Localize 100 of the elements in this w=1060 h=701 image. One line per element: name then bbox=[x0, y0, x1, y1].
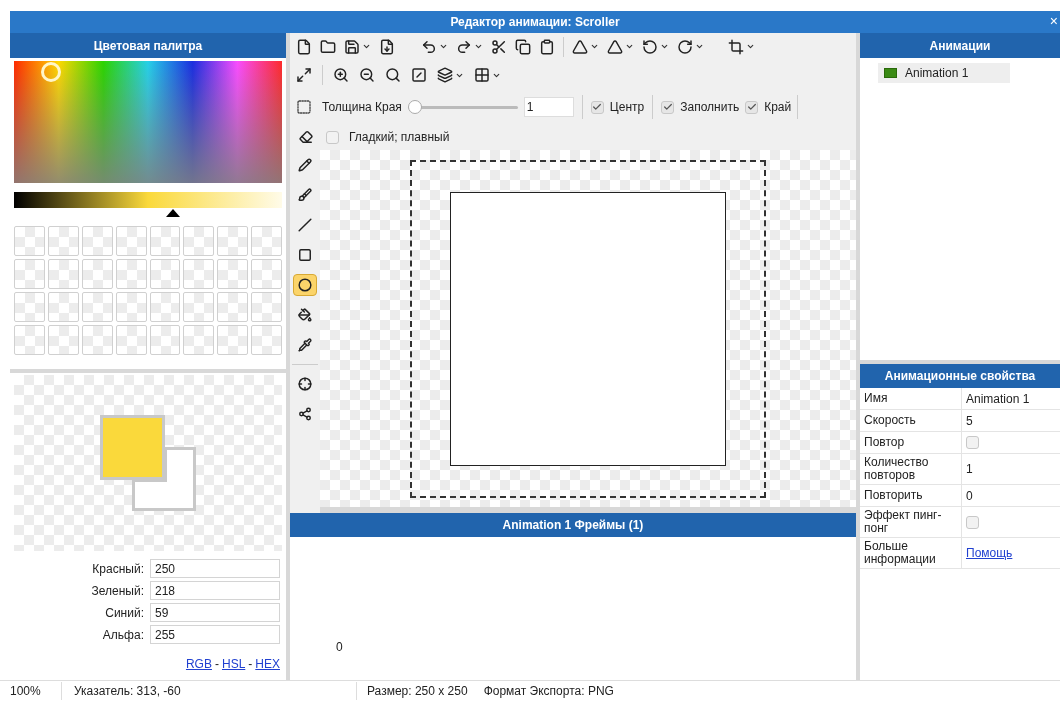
checkbox[interactable] bbox=[590, 100, 604, 114]
color-swatch[interactable] bbox=[149, 259, 181, 289]
paste-icon[interactable] bbox=[539, 38, 555, 55]
checkbox[interactable] bbox=[661, 100, 675, 114]
separator: - bbox=[214, 656, 219, 673]
checkbox[interactable] bbox=[745, 100, 759, 114]
color-swatch[interactable] bbox=[14, 325, 45, 355]
color-swatch[interactable] bbox=[251, 226, 282, 256]
color-spectrum[interactable] bbox=[14, 61, 282, 183]
caret-icon[interactable] bbox=[474, 42, 483, 51]
color-swatch[interactable] bbox=[149, 292, 181, 322]
gradient-slider[interactable] bbox=[14, 192, 282, 217]
color-swatch[interactable] bbox=[217, 259, 249, 289]
format-link[interactable]: HEX bbox=[255, 655, 280, 673]
edge-slider[interactable] bbox=[407, 100, 518, 114]
zoom-out-icon[interactable] bbox=[359, 67, 375, 83]
color-swatch[interactable] bbox=[14, 292, 45, 322]
color-swatch[interactable] bbox=[81, 226, 113, 256]
caret-icon[interactable] bbox=[746, 42, 755, 51]
export-icon[interactable] bbox=[379, 38, 395, 55]
color-swatch[interactable] bbox=[251, 325, 282, 355]
color-swatch[interactable] bbox=[217, 325, 249, 355]
input-field[interactable]: 218 bbox=[150, 581, 280, 600]
color-swatch[interactable] bbox=[81, 325, 113, 355]
color-swatch[interactable] bbox=[47, 226, 79, 256]
color-swatch[interactable] bbox=[115, 325, 147, 355]
property-name: Имя bbox=[860, 388, 962, 409]
edge-value-field[interactable]: 1 bbox=[523, 97, 574, 117]
status-format: Формат Экспорта: PNG bbox=[482, 683, 615, 700]
checkbox[interactable] bbox=[326, 130, 339, 144]
format-link[interactable]: HSL bbox=[221, 655, 246, 673]
color-swatch[interactable] bbox=[14, 259, 45, 289]
color-swatch[interactable] bbox=[217, 292, 249, 322]
checkbox-label: Край bbox=[764, 99, 792, 116]
input-field[interactable]: 59 bbox=[150, 603, 280, 622]
color-swatch[interactable] bbox=[115, 292, 147, 322]
property-value: 5 bbox=[966, 412, 973, 430]
field-label: Красный: bbox=[92, 560, 144, 578]
caret-icon[interactable] bbox=[439, 42, 448, 51]
input-field[interactable]: 255 bbox=[150, 625, 280, 644]
slider-thumb[interactable] bbox=[407, 100, 422, 114]
save-icon[interactable] bbox=[344, 38, 360, 55]
color-swatch[interactable] bbox=[183, 325, 215, 355]
caret-icon[interactable] bbox=[695, 42, 704, 51]
property-name: Скорость bbox=[860, 410, 962, 431]
resize-icon[interactable] bbox=[296, 67, 312, 83]
color-swatch[interactable] bbox=[47, 259, 79, 289]
caret-icon[interactable] bbox=[660, 42, 669, 51]
status-zoom: 100% bbox=[0, 682, 62, 700]
color-swatch[interactable] bbox=[81, 259, 113, 289]
close-button[interactable]: × bbox=[1049, 13, 1058, 29]
property-value: 1 bbox=[966, 461, 973, 478]
help-link[interactable]: Помощь bbox=[966, 544, 1013, 562]
color-swatch[interactable] bbox=[149, 226, 181, 256]
selection-icon[interactable] bbox=[296, 99, 312, 115]
input-field[interactable]: 250 bbox=[150, 559, 280, 578]
caret-icon[interactable] bbox=[362, 42, 371, 51]
redo-icon[interactable] bbox=[456, 38, 472, 55]
window-title: Редактор анимации: Scroller bbox=[450, 14, 620, 31]
rotate-right-icon[interactable] bbox=[677, 38, 693, 55]
animation-item[interactable]: Animation 1 bbox=[878, 63, 1010, 83]
folder-icon[interactable] bbox=[320, 38, 336, 55]
color-swatch[interactable] bbox=[47, 325, 79, 355]
undo-icon[interactable] bbox=[421, 38, 437, 55]
crop-icon[interactable] bbox=[728, 38, 744, 55]
rotate-left-icon[interactable] bbox=[642, 38, 658, 55]
edge-label: Толщина Края bbox=[322, 99, 402, 116]
color-swatch[interactable] bbox=[47, 292, 79, 322]
grid-icon[interactable] bbox=[474, 67, 490, 83]
caret-icon[interactable] bbox=[590, 42, 599, 51]
color-swatch[interactable] bbox=[149, 325, 181, 355]
caret-icon[interactable] bbox=[625, 42, 634, 51]
color-swatch[interactable] bbox=[81, 292, 113, 322]
color-swatch[interactable] bbox=[217, 226, 249, 256]
search-icon[interactable] bbox=[385, 67, 401, 83]
secondary-color[interactable] bbox=[132, 447, 196, 511]
color-swatch[interactable] bbox=[251, 292, 282, 322]
checkbox[interactable] bbox=[966, 436, 979, 449]
layers-icon[interactable] bbox=[437, 67, 453, 83]
panel-header: Анимационные свойства bbox=[860, 364, 1060, 388]
property-name: Повтор bbox=[860, 432, 962, 453]
field-label: Синий: bbox=[105, 604, 144, 622]
status-pointer: Указатель: 313, -60 bbox=[62, 682, 357, 700]
color-swatch[interactable] bbox=[251, 259, 282, 289]
primary-color[interactable] bbox=[100, 415, 165, 480]
cut-icon[interactable] bbox=[491, 38, 507, 55]
checkbox[interactable] bbox=[966, 515, 979, 529]
color-swatch[interactable] bbox=[183, 226, 215, 256]
zoom-in-icon[interactable] bbox=[333, 67, 349, 83]
color-swatch[interactable] bbox=[115, 226, 147, 256]
color-swatch[interactable] bbox=[14, 226, 45, 256]
new-file-icon[interactable] bbox=[296, 38, 312, 55]
film-icon bbox=[884, 68, 897, 78]
color-swatch[interactable] bbox=[115, 259, 147, 289]
color-swatch[interactable] bbox=[183, 259, 215, 289]
slider-marker[interactable] bbox=[166, 209, 181, 217]
copy-icon[interactable] bbox=[515, 38, 531, 55]
format-link[interactable]: RGB bbox=[185, 655, 212, 673]
picker-handle[interactable] bbox=[41, 62, 61, 82]
color-swatch[interactable] bbox=[183, 292, 215, 322]
